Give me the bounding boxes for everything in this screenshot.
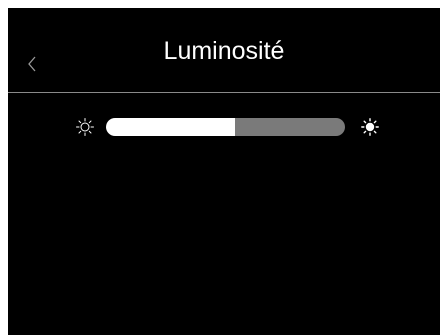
- brightness-slider-fill: [106, 118, 236, 136]
- sun-filled-icon: [361, 118, 379, 136]
- brightness-slider[interactable]: [106, 118, 345, 136]
- header: Luminosité: [8, 8, 440, 91]
- page-title: Luminosité: [163, 37, 285, 65]
- brightness-screen: Luminosité: [8, 8, 440, 335]
- sun-outline-icon: [76, 118, 94, 136]
- header-divider: [8, 92, 440, 93]
